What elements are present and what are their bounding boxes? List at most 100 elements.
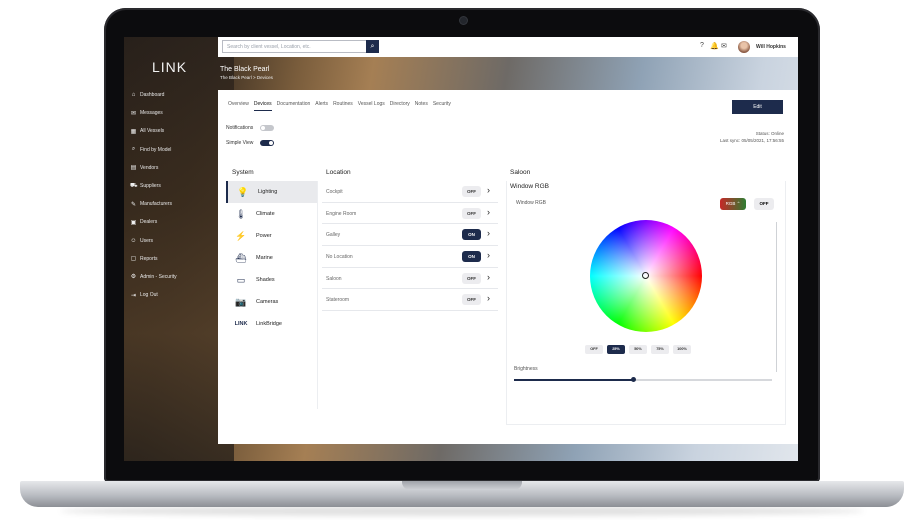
search-button[interactable]: ⌕ (366, 40, 379, 53)
sidebar-item-admin-security[interactable]: ⚙ Admin - Security (130, 268, 216, 286)
notifications-icon[interactable]: 🔔 (710, 42, 719, 50)
location-toggle-button[interactable]: OFF (462, 207, 481, 219)
rgb-mode-button[interactable]: RGB ⌃ (720, 198, 746, 210)
marine-icon: ⛴ (235, 252, 247, 263)
tab-vessel-logs[interactable]: Vessel Logs (358, 101, 385, 111)
user-name[interactable]: Will Hopkins (756, 44, 786, 50)
simple-view-toggle-row: Simple View (226, 140, 275, 146)
system-item-climate[interactable]: 🌡 Climate (226, 203, 317, 225)
system-item-power[interactable]: ⚡ Power (226, 225, 317, 247)
location-row[interactable]: Saloon OFF › (322, 268, 498, 290)
dashboard-icon: ⌂ (131, 92, 136, 99)
location-toggle-button[interactable]: OFF (462, 294, 481, 306)
brightness-preset-button[interactable]: 50% (629, 345, 647, 354)
tab-directory[interactable]: Directory (390, 101, 410, 111)
mail-icon[interactable]: ✉ (721, 42, 727, 50)
tab-routines[interactable]: Routines (333, 101, 353, 111)
system-item-marine[interactable]: ⛴ Marine (226, 247, 317, 269)
location-header: Location (326, 169, 351, 176)
help-icon[interactable]: ? (700, 42, 704, 49)
avatar[interactable] (738, 41, 750, 53)
tab-alerts[interactable]: Alerts (315, 101, 328, 111)
sidebar-item-label: Dashboard (140, 92, 165, 99)
chevron-right-icon[interactable]: › (487, 272, 490, 282)
dealers-icon: ▣ (130, 219, 137, 226)
sidebar-item-label: Manufacturers (140, 201, 172, 208)
sidebar-item-manufacturers[interactable]: ✎ Manufacturers (130, 195, 216, 213)
location-toggle-button[interactable]: ON (462, 251, 481, 263)
sidebar-item-users[interactable]: ☺ Users (130, 232, 216, 250)
location-name: Cockpit (326, 189, 343, 195)
simple-view-toggle[interactable] (260, 140, 275, 146)
location-row[interactable]: Cockpit OFF › (322, 181, 498, 203)
chevron-right-icon[interactable]: › (487, 228, 490, 238)
color-wheel-handle[interactable] (642, 272, 649, 279)
location-row[interactable]: Galley ON › (322, 224, 498, 247)
location-toggle-button[interactable]: OFF (462, 186, 481, 197)
notifications-toggle-row: Notifications (226, 125, 275, 131)
edit-button[interactable]: Edit (732, 100, 783, 114)
chevron-right-icon[interactable]: › (487, 185, 490, 195)
sidebar-item-label: All Vessels (140, 128, 165, 135)
system-item-lighting[interactable]: 💡 Lighting (226, 181, 317, 203)
sidebar-item-label: Messages (140, 110, 163, 117)
brightness-preset-button[interactable]: 75% (651, 345, 669, 354)
shades-icon: ▭ (236, 274, 246, 285)
tab-notes[interactable]: Notes (415, 101, 428, 111)
brightness-slider[interactable] (514, 377, 772, 382)
users-icon: ☺ (130, 237, 137, 244)
sidebar-item-reports[interactable]: ▢ Reports (130, 250, 216, 268)
notifications-toggle[interactable] (260, 125, 275, 131)
system-item-label: Cameras (256, 299, 279, 305)
sidebar-item-label: Reports (140, 255, 158, 262)
rgb-label: Window RGB (516, 200, 547, 206)
search-input[interactable]: Search by client vessel, Location, etc. (222, 40, 368, 53)
location-row[interactable]: Stateroom OFF › (322, 289, 498, 312)
location-name: No Location (326, 254, 353, 261)
sidebar-item-dashboard[interactable]: ⌂ Dashboard (130, 86, 216, 104)
sidebar-item-dealers[interactable]: ▣ Dealers (130, 213, 216, 231)
system-item-label: Climate (256, 211, 275, 217)
sidebar-item-vendors[interactable]: ▤ Vendors (130, 159, 216, 177)
location-name: Galley (326, 232, 341, 239)
rgb-off-button[interactable]: OFF (754, 198, 774, 210)
location-toggle-button[interactable]: OFF (462, 272, 481, 284)
brightness-slider-handle[interactable] (630, 377, 636, 382)
status-text: Status: Online (755, 131, 784, 136)
system-item-label: Shades (256, 277, 275, 283)
lighting-icon: 💡 (237, 186, 249, 197)
system-header: System (232, 169, 254, 176)
chevron-right-icon[interactable]: › (487, 207, 490, 217)
scrollbar[interactable] (776, 222, 777, 372)
tab-documentation[interactable]: Documentation (277, 101, 311, 111)
location-toggle-button[interactable]: ON (462, 229, 481, 241)
brightness-preset-button[interactable]: 100% (673, 345, 691, 354)
tab-overview[interactable]: Overview (228, 101, 249, 111)
cameras-icon: 📷 (235, 296, 247, 307)
system-item-linkbridge[interactable]: LINK LinkBridge (226, 313, 317, 335)
sidebar-item-all-vessels[interactable]: ▦ All Vessels (130, 122, 216, 140)
chevron-right-icon[interactable]: › (487, 250, 490, 260)
breadcrumb[interactable]: The Black Pearl > Devices (220, 75, 273, 80)
brightness-preset-button[interactable]: OFF (585, 345, 603, 354)
sidebar-item-messages[interactable]: ✉ Messages (130, 104, 216, 122)
location-row[interactable]: No Location ON › (322, 246, 498, 268)
system-item-shades[interactable]: ▭ Shades (226, 269, 317, 291)
sidebar-item-suppliers[interactable]: ⛟ Suppliers (130, 177, 216, 195)
system-item-cameras[interactable]: 📷 Cameras (226, 291, 317, 313)
laptop-frame: LINK ⌂ Dashboard ✉ Messages ▦ All Vessels ⌕ Fin… (0, 0, 904, 520)
sidebar-item-find-by-model[interactable]: ⌕ Find by Model (130, 141, 216, 159)
system-item-label: Marine (256, 255, 273, 261)
simple-view-label: Simple View (226, 140, 254, 146)
sidebar-item-log-out[interactable]: ⇥ Log Out (130, 286, 216, 304)
location-name: Engine Room (326, 210, 357, 217)
tab-devices[interactable]: Devices (253, 101, 272, 111)
location-row[interactable]: Engine Room OFF › (322, 203, 498, 225)
brightness-preset-button[interactable]: 25% (607, 345, 625, 354)
tab-security[interactable]: Security (433, 101, 451, 111)
sidebar-item-label: Vendors (140, 164, 159, 171)
messages-icon: ✉ (130, 110, 137, 117)
main-panel: Overview Devices Documentation Alerts Routin… (218, 90, 798, 444)
chevron-right-icon[interactable]: › (487, 293, 490, 303)
climate-icon: 🌡 (235, 208, 247, 219)
